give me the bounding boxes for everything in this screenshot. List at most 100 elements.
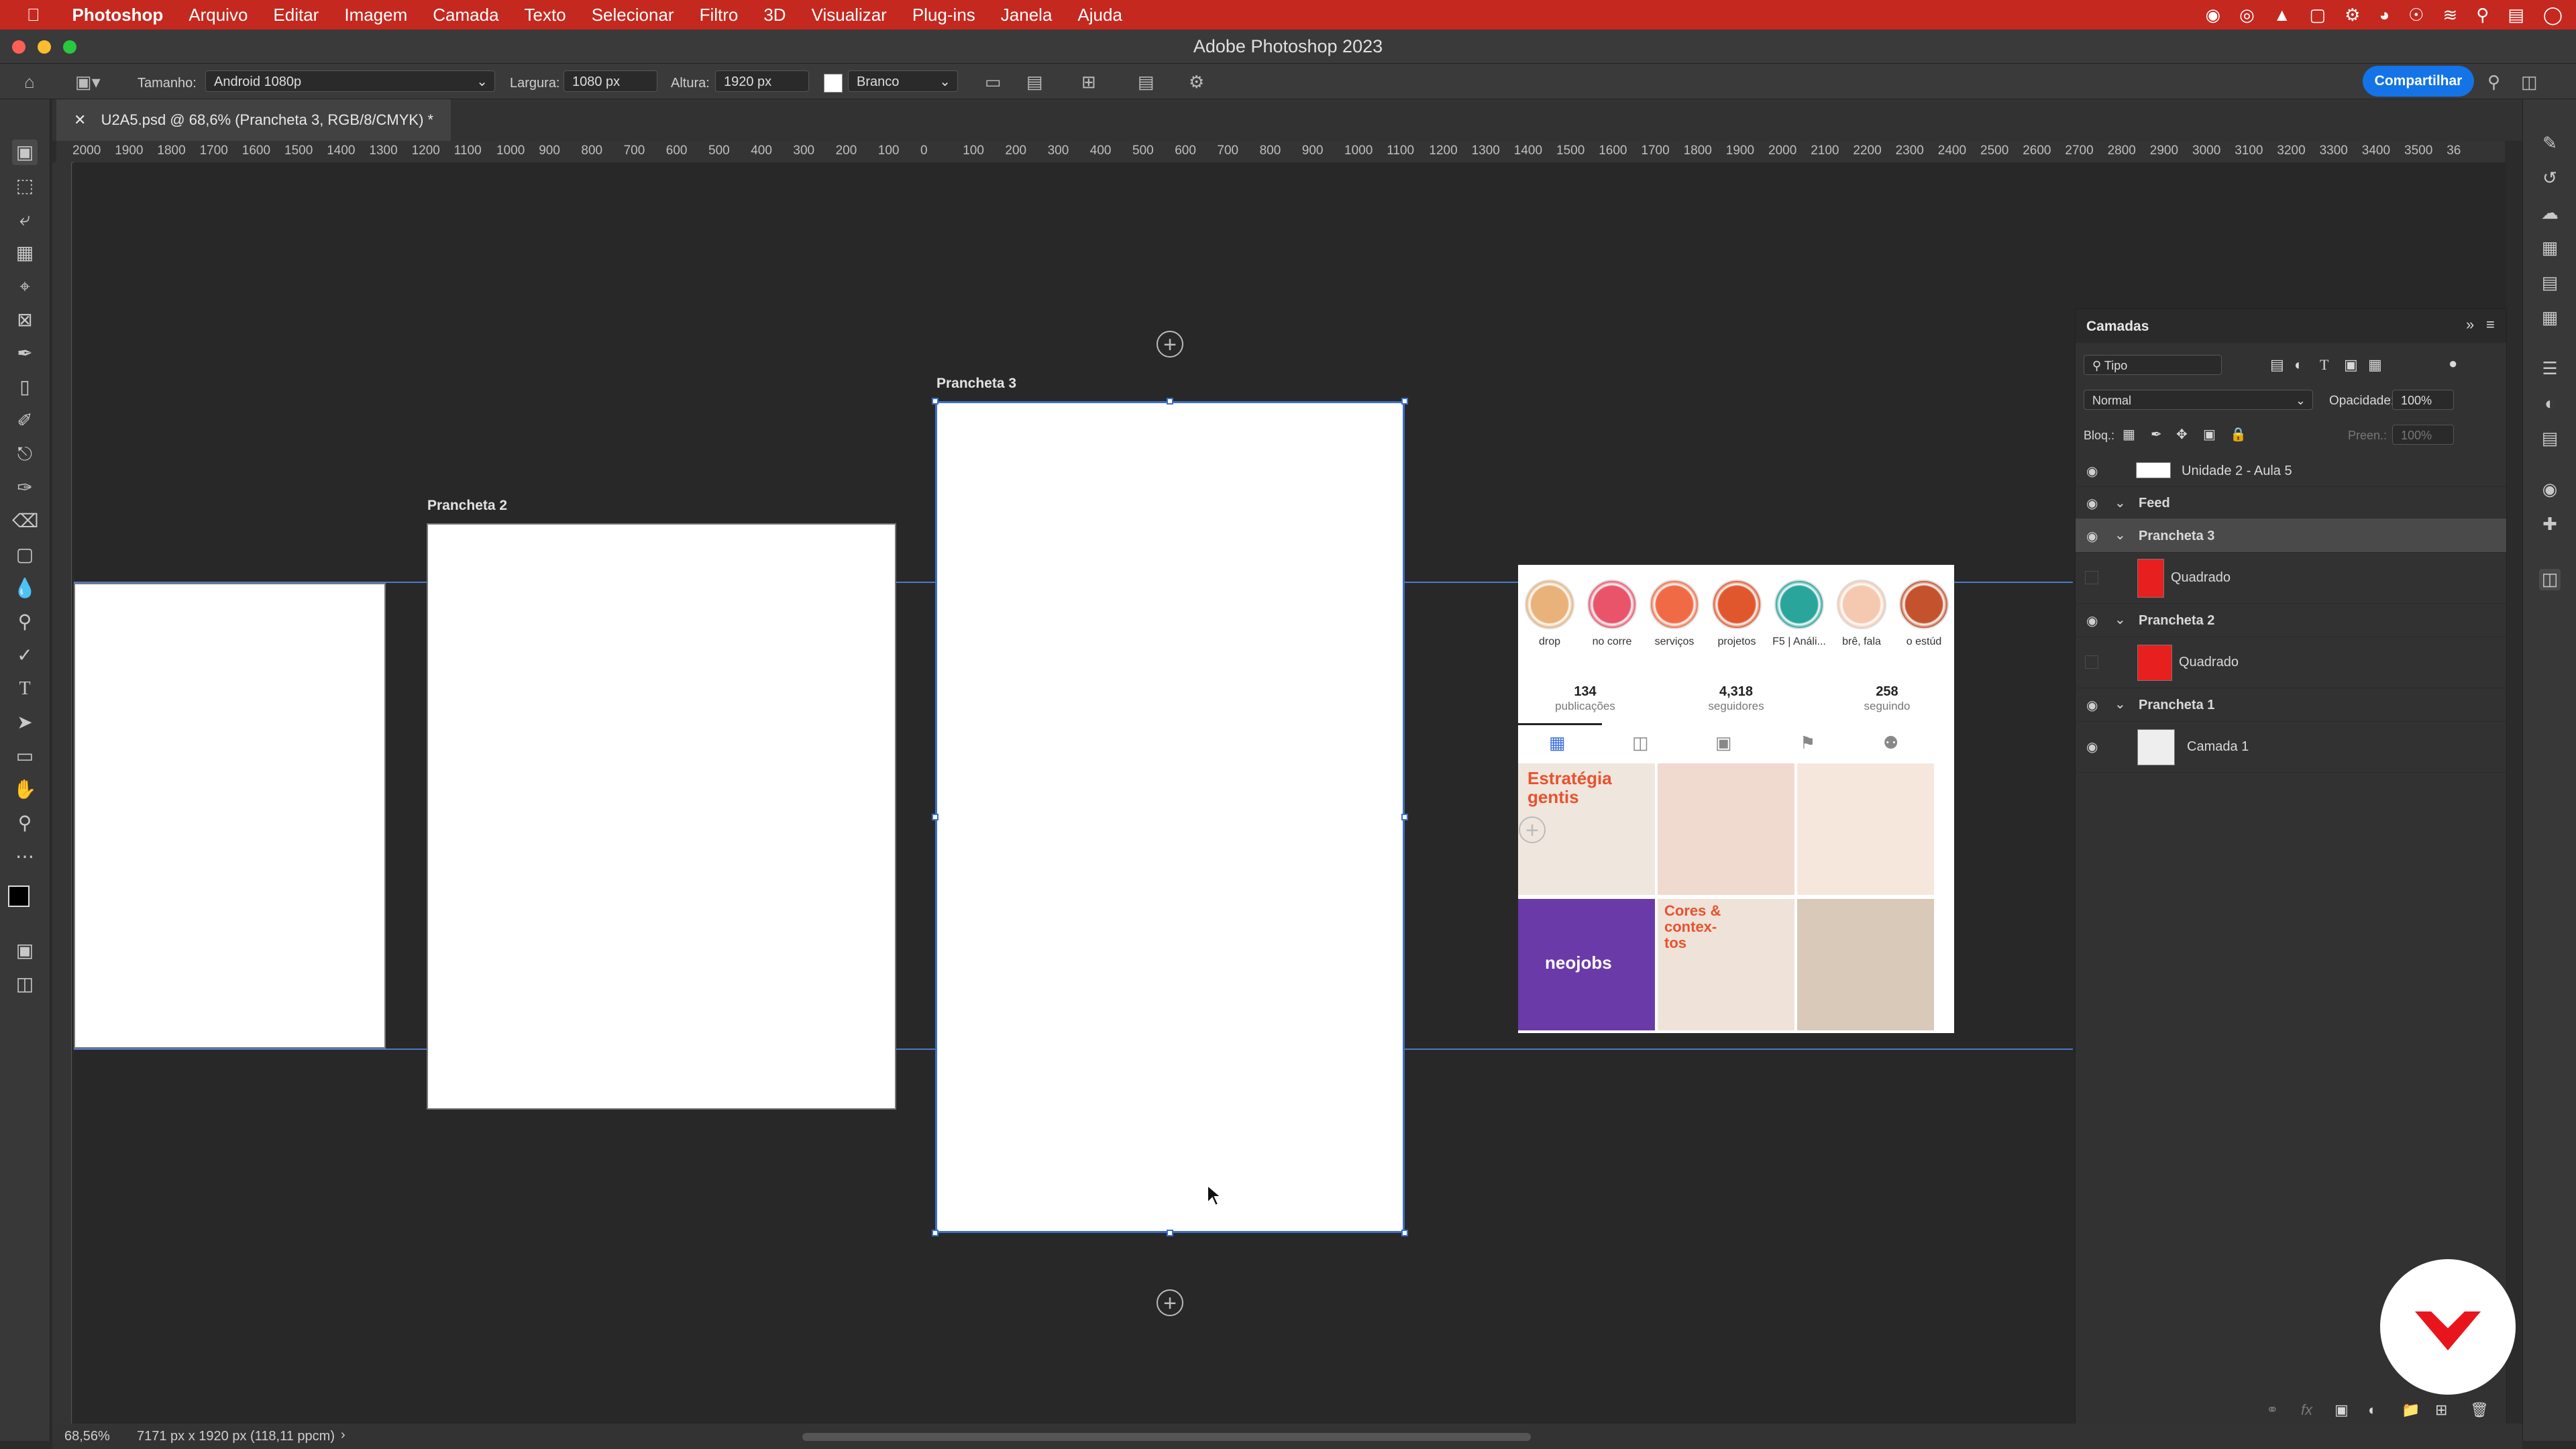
visibility-toggle[interactable]: [2085, 571, 2098, 584]
dodge-tool-icon[interactable]: ⚲: [12, 609, 38, 635]
resize-handle[interactable]: [932, 398, 938, 405]
opacity-field[interactable]: 100%: [2392, 390, 2454, 410]
clone-stamp-tool-icon[interactable]: ⎋: [12, 441, 38, 467]
history-icon[interactable]: ↺: [2539, 168, 2561, 189]
size-dropdown[interactable]: Android 1080p ⌄: [205, 70, 495, 92]
filter-adjustment-icon[interactable]: ◐: [2294, 356, 2303, 374]
background-dropdown[interactable]: Branco ⌄: [848, 70, 958, 92]
align-icon[interactable]: ▤: [1138, 72, 1155, 93]
channels-icon[interactable]: ◉: [2539, 479, 2561, 500]
patterns-icon[interactable]: ▦: [2539, 307, 2561, 329]
resize-handle[interactable]: [1401, 1230, 1408, 1236]
blur-tool-icon[interactable]: 💧: [12, 576, 38, 601]
home-icon[interactable]: ⌂: [24, 72, 35, 93]
color-icon[interactable]: ◐: [2539, 393, 2561, 415]
add-artboard-icon[interactable]: +: [1519, 816, 1546, 843]
layer-style-icon[interactable]: fx: [2301, 1401, 2312, 1419]
status-app-icon[interactable]: ⚙: [2345, 5, 2360, 25]
menu-plugins[interactable]: Plug-ins: [912, 5, 975, 25]
visibility-toggle[interactable]: [2085, 655, 2098, 669]
gear-icon[interactable]: ⚙: [1189, 72, 1204, 93]
make-landscape-icon[interactable]: ▤: [1026, 72, 1043, 93]
add-mask-icon[interactable]: ▣: [2334, 1401, 2349, 1419]
panel-menu-icon[interactable]: ≡: [2486, 316, 2495, 333]
layer-group-row[interactable]: ◉ ⌄ Feed: [2076, 486, 2506, 519]
delete-layer-icon[interactable]: 🗑: [2470, 1401, 2489, 1419]
filter-shape-icon[interactable]: ▣: [2344, 356, 2358, 374]
properties-icon[interactable]: ▤: [2539, 428, 2561, 449]
layer-filter-dropdown[interactable]: ⚲ Tipo: [2084, 355, 2222, 375]
status-app-icon[interactable]: ▢: [2310, 5, 2326, 25]
artboard-tool-icon[interactable]: ▣▾: [75, 72, 101, 93]
add-artboard-above-icon[interactable]: +: [1157, 331, 1183, 358]
comments-icon[interactable]: ✎: [2539, 133, 2561, 154]
menu-texto[interactable]: Texto: [525, 5, 566, 25]
resize-handle[interactable]: [1401, 814, 1408, 820]
search-icon[interactable]: ⚲: [2487, 72, 2500, 93]
layer-row[interactable]: ◉ Camada 1: [2076, 721, 2506, 773]
wifi-icon[interactable]: ≋: [2443, 5, 2457, 25]
visibility-eye-icon[interactable]: ◉: [2086, 612, 2098, 629]
link-layers-icon[interactable]: ⚭: [2266, 1401, 2278, 1419]
libraries-icon[interactable]: ☁: [2539, 203, 2561, 224]
add-artboard-below-icon[interactable]: +: [1157, 1289, 1183, 1316]
artboard-prancheta-2[interactable]: [427, 523, 896, 1110]
lasso-tool-icon[interactable]: ⤶: [12, 207, 38, 232]
artboard-layer-row[interactable]: ◉ ⌄ Prancheta 2: [2076, 603, 2506, 637]
apple-icon[interactable]: : [27, 5, 40, 25]
foreground-color-swatch[interactable]: [8, 885, 30, 907]
menu-ajuda[interactable]: Ajuda: [1077, 5, 1122, 25]
menu-imagem[interactable]: Imagem: [344, 5, 407, 25]
resize-handle[interactable]: [932, 814, 938, 820]
menu-editar[interactable]: Editar: [273, 5, 319, 25]
workspace-icon[interactable]: ◫: [2521, 72, 2538, 93]
lock-transparency-icon[interactable]: ▦: [2123, 426, 2135, 443]
spotlight-search-icon[interactable]: ⚲: [2476, 5, 2489, 25]
lock-pixels-icon[interactable]: ✒: [2151, 426, 2162, 443]
resize-handle[interactable]: [1401, 398, 1408, 405]
new-group-icon[interactable]: 📁: [2402, 1401, 2420, 1419]
chevron-down-icon[interactable]: ⌄: [2114, 494, 2126, 511]
close-tab-icon[interactable]: ✕: [74, 111, 86, 128]
fill-field[interactable]: 100%: [2392, 425, 2454, 445]
status-app-icon[interactable]: ▲: [2273, 5, 2291, 25]
adjustment-layer-icon[interactable]: ◐: [2368, 1401, 2377, 1419]
history-brush-tool-icon[interactable]: ✑: [12, 475, 38, 500]
paths-icon[interactable]: ✚: [2539, 514, 2561, 535]
filter-toggle-icon[interactable]: ●: [2449, 355, 2457, 372]
menu-selecionar[interactable]: Selecionar: [592, 5, 674, 25]
type-tool-icon[interactable]: T: [12, 676, 38, 702]
resize-handle[interactable]: [932, 1230, 938, 1236]
path-selection-tool-icon[interactable]: ➤: [12, 710, 38, 735]
menu-visualizar[interactable]: Visualizar: [812, 5, 887, 25]
pen-tool-icon[interactable]: ✓: [12, 643, 38, 668]
object-selection-tool-icon[interactable]: ▦: [12, 240, 38, 266]
screen-mode-icon[interactable]: ◫: [12, 971, 38, 997]
document-info[interactable]: 7171 px x 1920 px (118,11 ppcm): [137, 1429, 335, 1444]
brush-tool-icon[interactable]: ✐: [12, 408, 38, 433]
layer-row[interactable]: ◉ Unidade 2 - Aula 5: [2076, 454, 2506, 487]
horizontal-scrollbar[interactable]: [802, 1433, 1531, 1441]
visibility-eye-icon[interactable]: ◉: [2086, 739, 2098, 755]
menu-janela[interactable]: Janela: [1001, 5, 1053, 25]
control-center-icon[interactable]: ▤: [2508, 5, 2524, 25]
collapse-panel-icon[interactable]: »: [2466, 316, 2474, 333]
document-tab[interactable]: ✕ U2A5.psd @ 68,6% (Prancheta 3, RGB/8/C…: [56, 99, 451, 141]
artboard-label-prancheta-3[interactable]: Prancheta 3: [936, 376, 1016, 392]
filter-type-icon[interactable]: T: [2320, 356, 2328, 374]
resize-handle[interactable]: [1167, 1230, 1173, 1236]
layers-panel-title[interactable]: Camadas: [2086, 319, 2149, 335]
chevron-right-icon[interactable]: ›: [341, 1428, 345, 1443]
adjustments-icon[interactable]: ☰: [2539, 358, 2561, 380]
eraser-tool-icon[interactable]: ⌫: [12, 508, 39, 534]
zoom-level[interactable]: 68,56%: [64, 1429, 110, 1444]
layer-row[interactable]: Quadrado: [2076, 552, 2506, 604]
menu-3d[interactable]: 3D: [763, 5, 786, 25]
visibility-eye-icon[interactable]: ◉: [2086, 528, 2098, 545]
status-app-icon[interactable]: ◕: [2379, 5, 2390, 25]
healing-brush-tool-icon[interactable]: ▯: [12, 374, 38, 400]
chevron-down-icon[interactable]: ⌄: [2114, 696, 2126, 712]
frame-tool-icon[interactable]: ⊠: [12, 307, 38, 333]
chevron-down-icon[interactable]: ⌄: [2114, 527, 2126, 543]
filter-smart-object-icon[interactable]: ▦: [2368, 356, 2382, 374]
